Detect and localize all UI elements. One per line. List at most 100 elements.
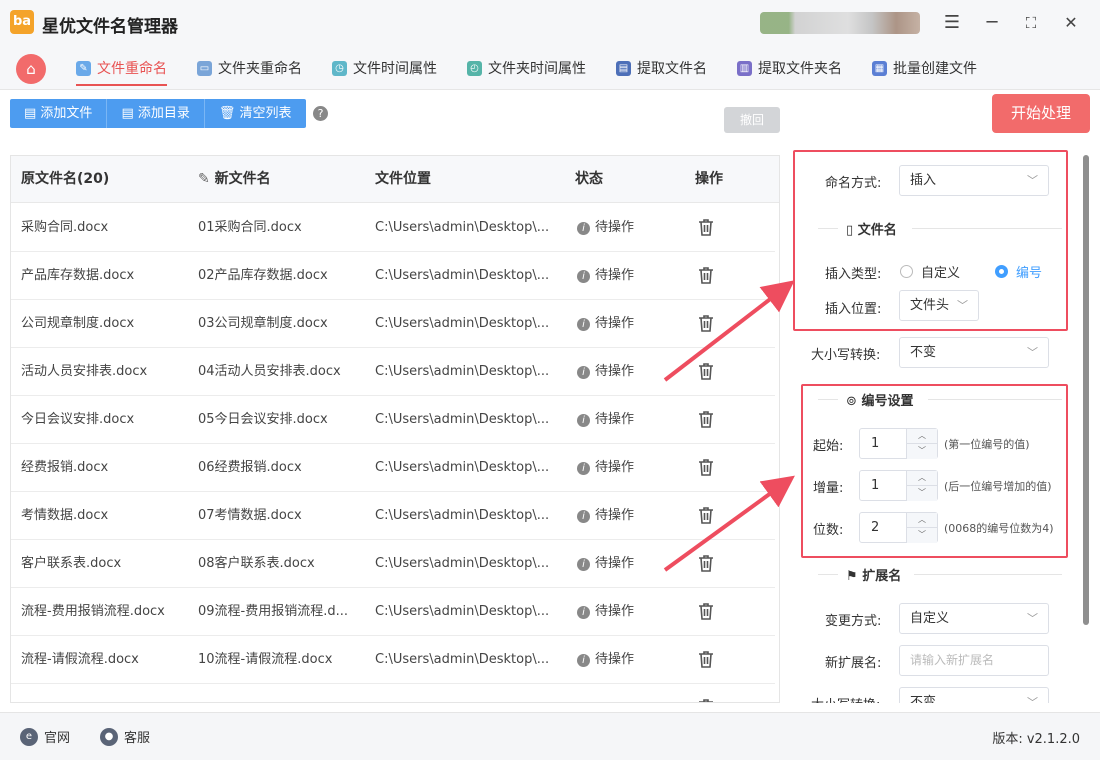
tab-label: 文件时间属性 <box>353 61 437 77</box>
status-text: 待操作 <box>595 412 635 427</box>
tab-label: 提取文件夹名 <box>758 61 842 77</box>
delete-icon[interactable] <box>697 553 715 573</box>
settings-menu-icon[interactable]: ☰ <box>940 12 964 34</box>
table-row[interactable]: 今日会议安排.docx 05今日会议安排.docx C:\Users\admin\D… <box>11 396 775 444</box>
delete-icon[interactable] <box>697 505 715 525</box>
table-row[interactable]: 公司规章制度.docx 03公司规章制度.docx C:\Users\admin\D… <box>11 300 775 348</box>
info-icon: i <box>577 605 590 619</box>
table-row[interactable]: 客户联系表.docx 08客户联系表.docx C:\Users\admin\Des… <box>11 540 775 588</box>
delete-icon[interactable] <box>697 265 715 285</box>
tab-folder-time[interactable]: ◴ 文件夹时间属性 <box>467 46 586 90</box>
file-table: 原文件名(20) ✎ 新文件名 文件位置 状态 操作 采购合同.docx 01采购… <box>10 155 780 703</box>
new-name-cell: 05今日会议安排.docx <box>198 412 328 427</box>
tab-file-rename[interactable]: ✎ 文件重命名 <box>76 46 167 90</box>
minimize-icon[interactable]: ─ <box>980 12 1004 34</box>
delete-icon[interactable] <box>697 217 715 237</box>
original-name-cell: 考情数据.docx <box>21 508 109 523</box>
delete-icon[interactable] <box>697 457 715 477</box>
tab-file-time[interactable]: ◷ 文件时间属性 <box>332 46 437 90</box>
new-name-cell: 06经费报销.docx <box>198 460 302 475</box>
start-processing-button[interactable]: 开始处理 <box>992 94 1090 133</box>
table-row[interactable]: 活动人员安排表.docx 04活动人员安排表.docx C:\Users\admin… <box>11 348 775 396</box>
ext-case-select[interactable]: 不变 ﹀ <box>899 687 1049 703</box>
numbering-highlight-box <box>801 384 1068 558</box>
table-row[interactable] <box>11 684 775 702</box>
status-cell: i 待操作 <box>577 492 667 540</box>
ext-case-value: 不变 <box>910 695 937 703</box>
status-cell: i 待操作 <box>577 348 667 396</box>
add-file-label: 添加文件 <box>40 106 93 121</box>
tab-extract-filename[interactable]: ▤ 提取文件名 <box>616 46 707 90</box>
location-cell: C:\Users\admin\Desktop\... <box>375 508 550 523</box>
official-site-link[interactable]: e 官网 <box>20 727 70 746</box>
header-new-name-label: 新文件名 <box>214 171 271 187</box>
ext-change-label: 变更方式: <box>825 614 882 629</box>
info-icon: i <box>577 365 590 379</box>
info-icon: i <box>577 413 590 427</box>
tab-batch-create[interactable]: ▦ 批量创建文件 <box>872 46 977 90</box>
ext-change-select[interactable]: 自定义 ﹀ <box>899 603 1049 634</box>
add-directory-button[interactable]: ▤ 添加目录 <box>107 99 205 128</box>
table-row[interactable]: 流程-费用报销流程.docx 09流程-费用报销流程.d... C:\Users\a… <box>11 588 775 636</box>
status-text: 待操作 <box>595 508 635 523</box>
help-icon[interactable]: ? <box>313 106 328 121</box>
website-icon: e <box>20 727 38 746</box>
delete-icon[interactable] <box>697 409 715 429</box>
delete-icon[interactable] <box>697 361 715 381</box>
status-text: 待操作 <box>595 268 635 283</box>
location-cell: C:\Users\admin\Desktop\... <box>375 412 550 427</box>
delete-icon[interactable] <box>697 649 715 669</box>
table-row[interactable]: 经费报销.docx 06经费报销.docx C:\Users\admin\Deskt… <box>11 444 775 492</box>
close-icon[interactable]: ✕ <box>1059 12 1083 34</box>
add-file-button[interactable]: ▤ 添加文件 <box>10 99 108 128</box>
info-icon: i <box>577 653 590 667</box>
original-name-cell: 经费报销.docx <box>21 460 109 475</box>
info-icon: i <box>577 461 590 475</box>
case-convert-select[interactable]: 不变 ﹀ <box>899 337 1049 368</box>
delete-icon[interactable] <box>697 697 715 702</box>
table-row[interactable]: 采购合同.docx 01采购合同.docx C:\Users\admin\Deskt… <box>11 204 775 252</box>
location-cell: C:\Users\admin\Desktop\... <box>375 556 550 571</box>
location-cell: C:\Users\admin\Desktop\... <box>375 364 550 379</box>
file-toolbar: ▤ 添加文件 ▤ 添加目录 🗑 清空列表 <box>10 99 306 128</box>
footer: e 官网 ● 客服 版本: v2.1.2.0 <box>0 712 1100 760</box>
info-icon: i <box>577 221 590 235</box>
new-extension-input[interactable]: 请输入新扩展名 <box>899 645 1049 676</box>
delete-icon[interactable] <box>697 313 715 333</box>
tab-label: 文件夹重命名 <box>218 61 302 77</box>
original-name-cell: 今日会议安排.docx <box>21 412 135 427</box>
location-cell: C:\Users\admin\Desktop\... <box>375 268 550 283</box>
new-name-cell: 01采购合同.docx <box>198 220 302 235</box>
maximize-icon[interactable]: ⛶ <box>1019 12 1043 34</box>
ext-case-label: 大小写转换: <box>811 694 880 703</box>
location-cell: C:\Users\admin\Desktop\... <box>375 604 550 619</box>
status-cell: i 待操作 <box>577 588 667 636</box>
clear-list-button[interactable]: 🗑 清空列表 <box>204 99 306 128</box>
new-name-cell: 04活动人员安排表.docx <box>198 364 341 379</box>
location-cell: C:\Users\admin\Desktop\... <box>375 220 550 235</box>
table-row[interactable]: 流程-请假流程.docx 10流程-请假流程.docx C:\Users\admin… <box>11 636 775 684</box>
tab-label: 文件重命名 <box>97 61 167 77</box>
table-row[interactable]: 考情数据.docx 07考情数据.docx C:\Users\admin\Deskt… <box>11 492 775 540</box>
ext-change-value: 自定义 <box>910 611 950 626</box>
header-new-name: ✎ 新文件名 <box>198 156 271 203</box>
tab-extract-foldername[interactable]: ▥ 提取文件夹名 <box>737 46 842 90</box>
home-button[interactable]: ⌂ <box>16 54 46 84</box>
new-name-cell: 03公司规章制度.docx <box>198 316 328 331</box>
new-name-cell: 08客户联系表.docx <box>198 556 315 571</box>
undo-button[interactable]: 撤回 <box>724 107 780 133</box>
user-account-avatar[interactable] <box>760 12 920 34</box>
chevron-down-icon: ﹀ <box>1027 696 1038 703</box>
settings-scrollbar[interactable] <box>1083 155 1089 625</box>
table-row[interactable]: 产品库存数据.docx 02产品库存数据.docx C:\Users\admin\D… <box>11 252 775 300</box>
delete-icon[interactable] <box>697 601 715 621</box>
info-icon: i <box>577 269 590 283</box>
app-title: 星优文件名管理器 <box>42 17 178 37</box>
original-name-cell: 采购合同.docx <box>21 220 109 235</box>
new-name-cell: 10流程-请假流程.docx <box>198 652 333 667</box>
tab-folder-rename[interactable]: ▭ 文件夹重命名 <box>197 46 302 90</box>
support-link[interactable]: ● 客服 <box>100 727 150 746</box>
header-location: 文件位置 <box>375 171 431 187</box>
flag-icon: ⚑ <box>846 569 858 584</box>
tab-label: 文件夹时间属性 <box>488 61 586 77</box>
